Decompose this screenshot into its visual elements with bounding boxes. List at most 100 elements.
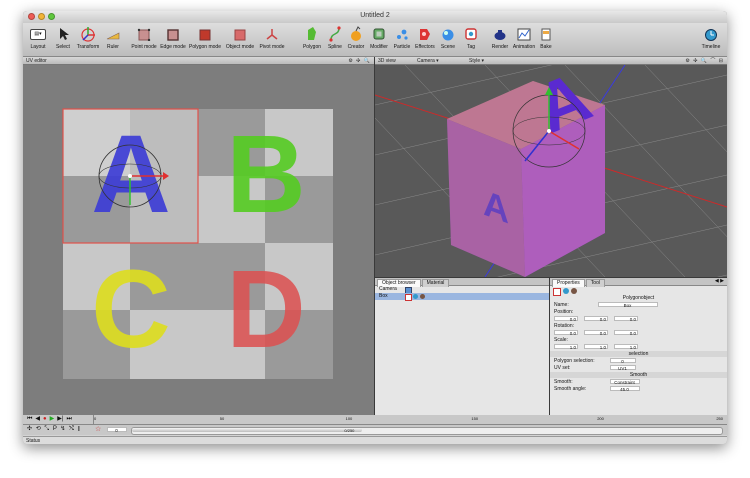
smooth-dropdown[interactable]: Constraint bbox=[610, 379, 640, 385]
uv-editor-panel: UV editor ⚙ ✣ 🔍 A B C D bbox=[23, 57, 374, 415]
position-x-field[interactable]: 0.0 bbox=[554, 316, 578, 322]
smooth-row: Smooth: Constraint bbox=[550, 379, 727, 385]
point-mode-button[interactable]: Point mode bbox=[129, 25, 159, 50]
point-mode-cube-icon bbox=[135, 25, 153, 43]
smooth-angle-row: Smooth angle: 45.0 bbox=[550, 386, 727, 392]
object-mode-cube-icon bbox=[231, 25, 249, 43]
first-frame-button[interactable]: ⏮ bbox=[27, 416, 32, 423]
uv-editor-header: UV editor ⚙ ✣ 🔍 bbox=[23, 57, 374, 65]
object-browser-tabs: Object browser Material bbox=[375, 278, 549, 287]
nav-arrows[interactable]: ◀ ▶ bbox=[715, 278, 724, 284]
uv-icon[interactable] bbox=[563, 288, 569, 294]
scrubber-thumb[interactable] bbox=[132, 428, 363, 432]
style-dropdown[interactable]: Style ▾ bbox=[469, 57, 484, 65]
position-y-field[interactable]: 0.0 bbox=[584, 316, 608, 322]
modifier-icon bbox=[370, 25, 388, 43]
playback-controls: ⏮ ◀ ● ▶ ▶| ⏭ bbox=[27, 416, 72, 423]
uv-letter-b: B bbox=[226, 113, 305, 236]
timeline-button[interactable]: Timeline bbox=[696, 25, 726, 50]
uv-letter-c: C bbox=[91, 248, 170, 371]
prev-frame-button[interactable]: ◀ bbox=[35, 416, 40, 423]
position-label-row: Position: bbox=[554, 309, 574, 315]
object-browser-panel: Object browser Material Camera Box bbox=[375, 278, 549, 415]
main-toolbar: ▤▾ Layout Select Transform Ruler Point m… bbox=[23, 23, 727, 57]
rotation-x-field[interactable]: 0.0 bbox=[554, 330, 578, 336]
scene-icon bbox=[439, 25, 457, 43]
polygon-mode-cube-icon bbox=[196, 25, 214, 43]
uv-canvas[interactable]: A B C D bbox=[23, 65, 374, 415]
render-teapot-icon bbox=[491, 25, 509, 43]
ruler-tool-button[interactable]: Ruler bbox=[98, 25, 128, 50]
pivot-mode-button[interactable]: Pivot mode bbox=[257, 25, 287, 50]
next-frame-button[interactable]: ▶| bbox=[57, 416, 63, 423]
polygon-mode-button[interactable]: Polygon mode bbox=[189, 25, 221, 50]
transform-gizmo-icon bbox=[79, 25, 97, 43]
scale-z-field[interactable]: 1.0 bbox=[614, 344, 638, 350]
key-icon[interactable]: ☆ bbox=[95, 426, 101, 433]
arrow-cursor-icon bbox=[54, 25, 72, 43]
name-field[interactable]: Box bbox=[598, 302, 658, 308]
properties-tabs: Properties Tool ◀ ▶ bbox=[550, 278, 727, 287]
box-tag-icon bbox=[405, 294, 412, 301]
scale-row: 1.0 1.0 1.0 bbox=[550, 344, 727, 350]
camera-dropdown[interactable]: Camera ▾ bbox=[417, 57, 439, 65]
uv-tag-icon bbox=[413, 294, 418, 299]
object-mode-button[interactable]: Object mode bbox=[225, 25, 255, 50]
smooth-angle-field[interactable]: 45.0 bbox=[610, 386, 640, 392]
properties-panel: Properties Tool ◀ ▶ Polygonobject Name: B… bbox=[550, 278, 727, 415]
uv-letter-d: D bbox=[226, 248, 305, 371]
layout-icon: ▤▾ bbox=[29, 25, 47, 43]
ruler-icon bbox=[104, 25, 122, 43]
timeline-scrubber[interactable]: 0/250 bbox=[131, 427, 723, 435]
play-button[interactable]: ▶ bbox=[50, 416, 55, 423]
timeline-clock-icon bbox=[702, 25, 720, 43]
scale-x-field[interactable]: 1.0 bbox=[554, 344, 578, 350]
bake-button[interactable]: Bake bbox=[531, 25, 561, 50]
tag-button[interactable]: Tag bbox=[456, 25, 486, 50]
effectors-icon bbox=[416, 25, 434, 43]
scale-y-field[interactable]: 1.0 bbox=[584, 344, 608, 350]
box-object[interactable]: A A bbox=[447, 65, 605, 277]
view3d-controls[interactable]: ⚙ ✣ 🔍 ⌒ ⊟ bbox=[685, 57, 724, 65]
key-tool-icons[interactable]: ✣ ⟲ ⤡ P ↯ ⤭ ⫴ bbox=[27, 426, 81, 433]
record-button[interactable]: ● bbox=[43, 416, 47, 423]
tag-icon bbox=[462, 25, 480, 43]
status-bar: Status bbox=[23, 436, 727, 444]
uv-set-row: UV set: UV1 bbox=[550, 365, 727, 371]
pivot-icon bbox=[263, 25, 281, 43]
section-selection: selection bbox=[550, 351, 727, 357]
scale-label-row: Scale: bbox=[554, 337, 568, 343]
tab-tool[interactable]: Tool bbox=[585, 279, 605, 287]
view3d-panel: 3D view Camera ▾ Style ▾ ⚙ ✣ 🔍 ⌒ ⊟ A A bbox=[375, 57, 727, 277]
frame-ruler[interactable]: 0 50 100 150 200 250 bbox=[93, 415, 723, 424]
position-z-field[interactable]: 0.0 bbox=[614, 316, 638, 322]
rotation-row: 0.0 0.0 0.0 bbox=[550, 330, 727, 336]
rotation-y-field[interactable]: 0.0 bbox=[584, 330, 608, 336]
polygon-selection-field[interactable]: 0 bbox=[610, 358, 636, 364]
tab-properties[interactable]: Properties bbox=[552, 279, 585, 287]
rotation-label-row: Rotation: bbox=[554, 323, 575, 329]
rotation-z-field[interactable]: 0.0 bbox=[614, 330, 638, 336]
uv-set-field[interactable]: UV1 bbox=[610, 365, 636, 371]
polygon-selection-row: Polygon selection: 0 bbox=[550, 358, 727, 364]
last-frame-button[interactable]: ⏭ bbox=[66, 416, 71, 423]
app-window: Untitled 2 ▤▾ Layout Select Transform Ru… bbox=[23, 11, 727, 444]
position-row: 0.0 0.0 0.0 bbox=[550, 316, 727, 322]
view3d-header: 3D view Camera ▾ Style ▾ ⚙ ✣ 🔍 ⌒ ⊟ bbox=[375, 57, 727, 65]
creator-icon bbox=[347, 25, 365, 43]
timeline-panel: ⏮ ◀ ● ▶ ▶| ⏭ 0 50 100 150 200 250 ✣ ⟲ ⤡ … bbox=[23, 415, 727, 444]
viewport-canvas[interactable]: A A bbox=[375, 65, 727, 277]
edge-mode-button[interactable]: Edge mode bbox=[158, 25, 188, 50]
section-smooth: Smooth bbox=[550, 372, 727, 378]
material-icon[interactable] bbox=[571, 288, 577, 294]
name-row: Name: Box bbox=[550, 302, 727, 308]
current-frame-field[interactable]: 0 bbox=[107, 427, 127, 433]
object-row-box[interactable]: Box bbox=[375, 293, 549, 301]
object-row-camera[interactable]: Camera bbox=[375, 286, 549, 294]
particle-icon bbox=[393, 25, 411, 43]
object-type-label: Polygonobject bbox=[622, 295, 655, 301]
key-tools-bar: ✣ ⟲ ⤡ P ↯ ⤭ ⫴ ☆ 0 0/250 bbox=[23, 425, 727, 435]
panel-view-controls[interactable]: ⚙ ✣ 🔍 bbox=[348, 57, 371, 65]
bake-icon bbox=[537, 25, 555, 43]
window-title: Untitled 2 bbox=[360, 12, 390, 19]
